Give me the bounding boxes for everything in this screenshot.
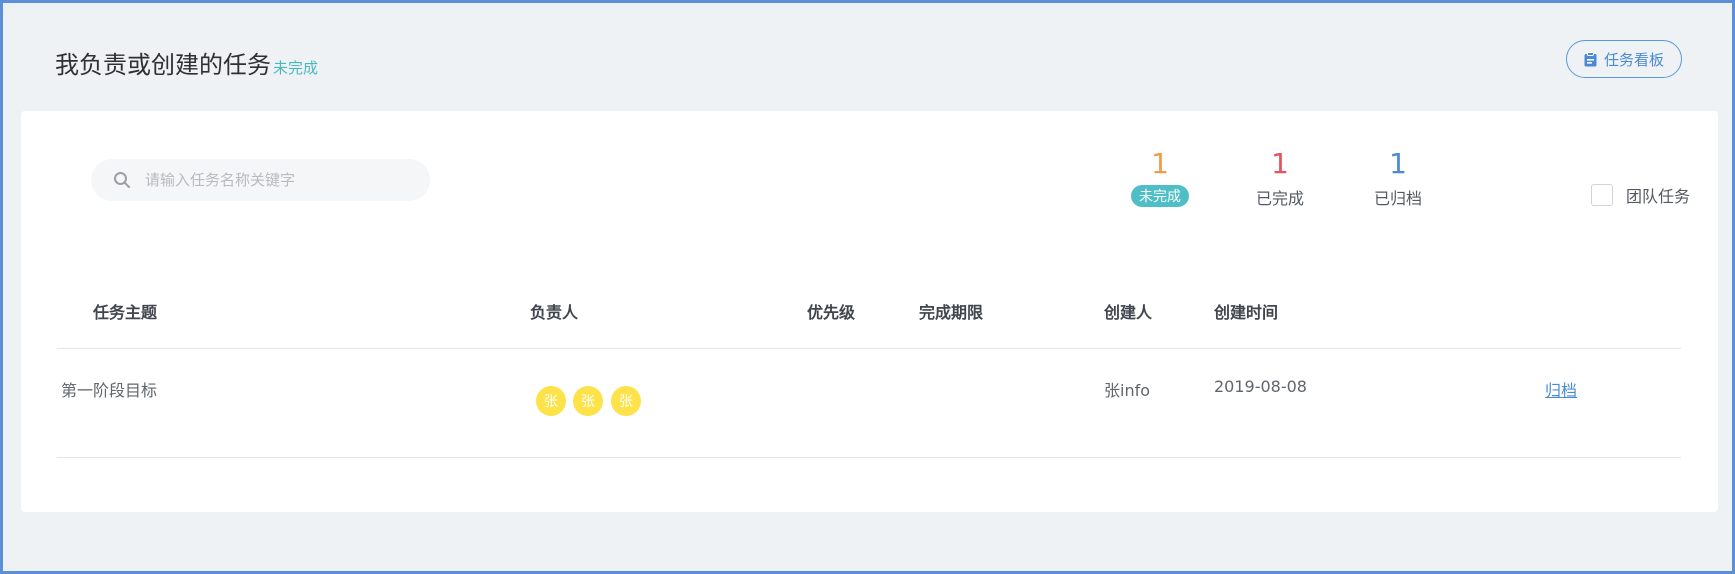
stat-archived[interactable]: 1 已归档 bbox=[1358, 149, 1438, 209]
column-header-assignee: 负责人 bbox=[530, 303, 579, 322]
search-input[interactable] bbox=[143, 170, 407, 190]
row-divider bbox=[57, 457, 1681, 458]
column-header-deadline: 完成期限 bbox=[919, 303, 984, 322]
team-task-label: 团队任务 bbox=[1626, 187, 1691, 206]
search-box bbox=[91, 159, 430, 201]
stat-incomplete-count: 1 bbox=[1151, 147, 1169, 180]
stat-incomplete[interactable]: 1 未完成 bbox=[1120, 149, 1200, 207]
column-header-subject: 任务主题 bbox=[93, 303, 158, 322]
assignee-avatar[interactable]: 张 bbox=[611, 386, 641, 416]
task-creator: 张info bbox=[1104, 381, 1151, 400]
team-task-checkbox[interactable] bbox=[1591, 184, 1613, 206]
task-board-button[interactable]: 任务看板 bbox=[1566, 40, 1682, 78]
stat-archived-count: 1 bbox=[1389, 147, 1407, 180]
column-header-priority: 优先级 bbox=[807, 303, 856, 322]
stat-completed[interactable]: 1 已完成 bbox=[1240, 149, 1320, 209]
stat-incomplete-label: 未完成 bbox=[1131, 185, 1189, 207]
page-title: 我负责或创建的任务 未完成 bbox=[55, 45, 318, 80]
page-title-status: 未完成 bbox=[273, 59, 319, 77]
stat-completed-count: 1 bbox=[1271, 147, 1289, 180]
search-icon bbox=[114, 172, 130, 188]
app-frame: 我负责或创建的任务 未完成 任务看板 1 未完成 1 已完成 1 bbox=[0, 0, 1735, 574]
assignee-avatar[interactable]: 张 bbox=[573, 386, 603, 416]
column-header-creator: 创建人 bbox=[1104, 303, 1153, 322]
page-title-text: 我负责或创建的任务 bbox=[55, 51, 271, 79]
stat-completed-label: 已完成 bbox=[1255, 189, 1304, 208]
team-task-filter[interactable]: 团队任务 bbox=[1591, 183, 1690, 207]
column-header-created-time: 创建时间 bbox=[1214, 303, 1279, 322]
task-board-label: 任务看板 bbox=[1603, 51, 1664, 69]
task-card: 1 未完成 1 已完成 1 已归档 团队任务 任务主题 负责人 优先级 完成期限… bbox=[21, 111, 1718, 512]
archive-link[interactable]: 归档 bbox=[1545, 377, 1577, 401]
stat-archived-label: 已归档 bbox=[1373, 189, 1422, 208]
header-divider bbox=[57, 348, 1681, 349]
assignee-avatar[interactable]: 张 bbox=[536, 386, 566, 416]
clipboard-icon bbox=[1584, 51, 1597, 66]
task-created-time: 2019-08-08 bbox=[1214, 377, 1307, 396]
task-subject[interactable]: 第一阶段目标 bbox=[61, 377, 157, 401]
